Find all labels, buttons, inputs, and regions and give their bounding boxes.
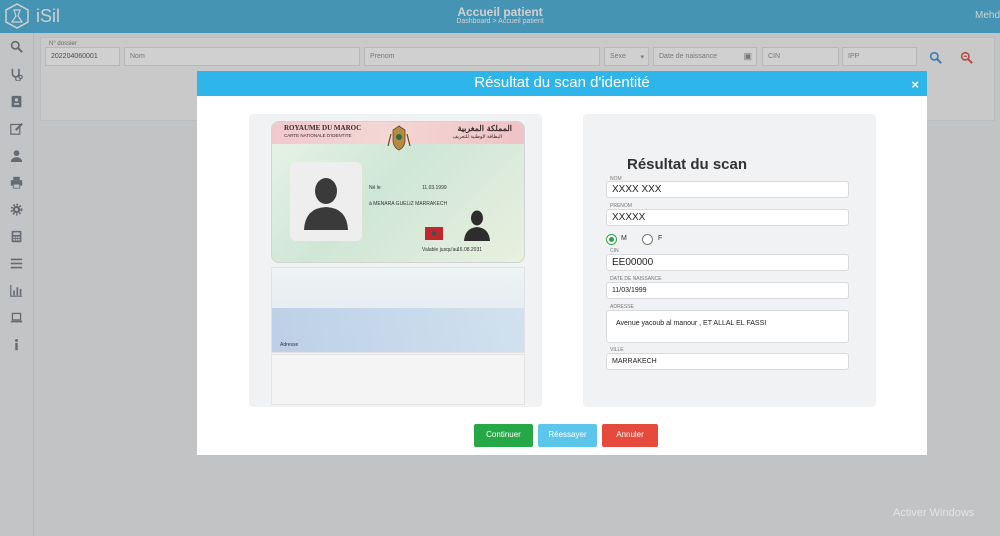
scanned-id-preview: ROYAUME DU MAROC CARTE NATIONALE D'IDENT… [249,114,542,407]
card-back-pattern [272,308,524,352]
id-card-back: Adresse [271,267,525,353]
cancel-button[interactable]: Annuler [602,424,658,447]
continue-button[interactable]: Continuer [474,424,533,447]
coat-of-arms-icon [387,125,411,151]
dob-field[interactable]: 11/03/1999 [606,282,849,299]
modal-header: Résultat du scan d'identité × [197,71,927,96]
card-back-address-label: Adresse [280,342,299,348]
close-icon[interactable]: × [911,77,919,92]
os-watermark: Activer Windows [893,507,975,519]
sexe-f-radio[interactable] [642,234,653,245]
id-photo [290,162,362,241]
card-title-fr: ROYAUME DU MAROC [284,124,362,132]
modal-title: Résultat du scan d'identité [474,74,650,91]
scan-result-form: Résultat du scan NOM XXXX XXX PRENOM XXX… [583,114,876,407]
ville-field[interactable]: MARRAKECH [606,353,849,370]
scan-result-modal: Résultat du scan d'identité × ROYAUME DU… [197,71,927,455]
sexe-m-radio[interactable] [606,234,617,245]
card-birth-date: 11.03.1999 [422,185,447,191]
ghost-photo-icon [464,210,490,241]
card-subtitle-fr: CARTE NATIONALE D'IDENTITE [284,133,352,138]
adresse-textarea[interactable]: Avenue yacoub al manour , ET ALLAL EL FA… [606,310,849,343]
retry-button[interactable]: Réessayer [538,424,597,447]
prenom-field[interactable]: XXXXX [606,209,849,226]
nom-field[interactable]: XXXX XXX [606,181,849,198]
morocco-flag-icon: ★ [425,227,443,240]
id-card-front: ROYAUME DU MAROC CARTE NATIONALE D'IDENT… [271,121,525,263]
card-validity-label: Valable jusqu'au [422,247,459,253]
cin-field[interactable]: EE00000 [606,254,849,271]
result-title: Résultat du scan [627,156,748,173]
card-subtitle-ar: البطاقة الوطنية للتعريف [452,134,503,140]
card-birth-place: à MENARA GUELIZ MARRAKECH [369,201,448,207]
card-back-blank [271,354,525,405]
person-silhouette-icon [304,177,348,230]
card-validity-date: 16.08.2031 [457,247,483,253]
card-title-ar: المملكة المغربية [457,123,512,133]
sexe-m-label: M [621,235,627,242]
sexe-f-label: F [658,235,663,242]
card-birth-label: Né le [369,185,381,191]
